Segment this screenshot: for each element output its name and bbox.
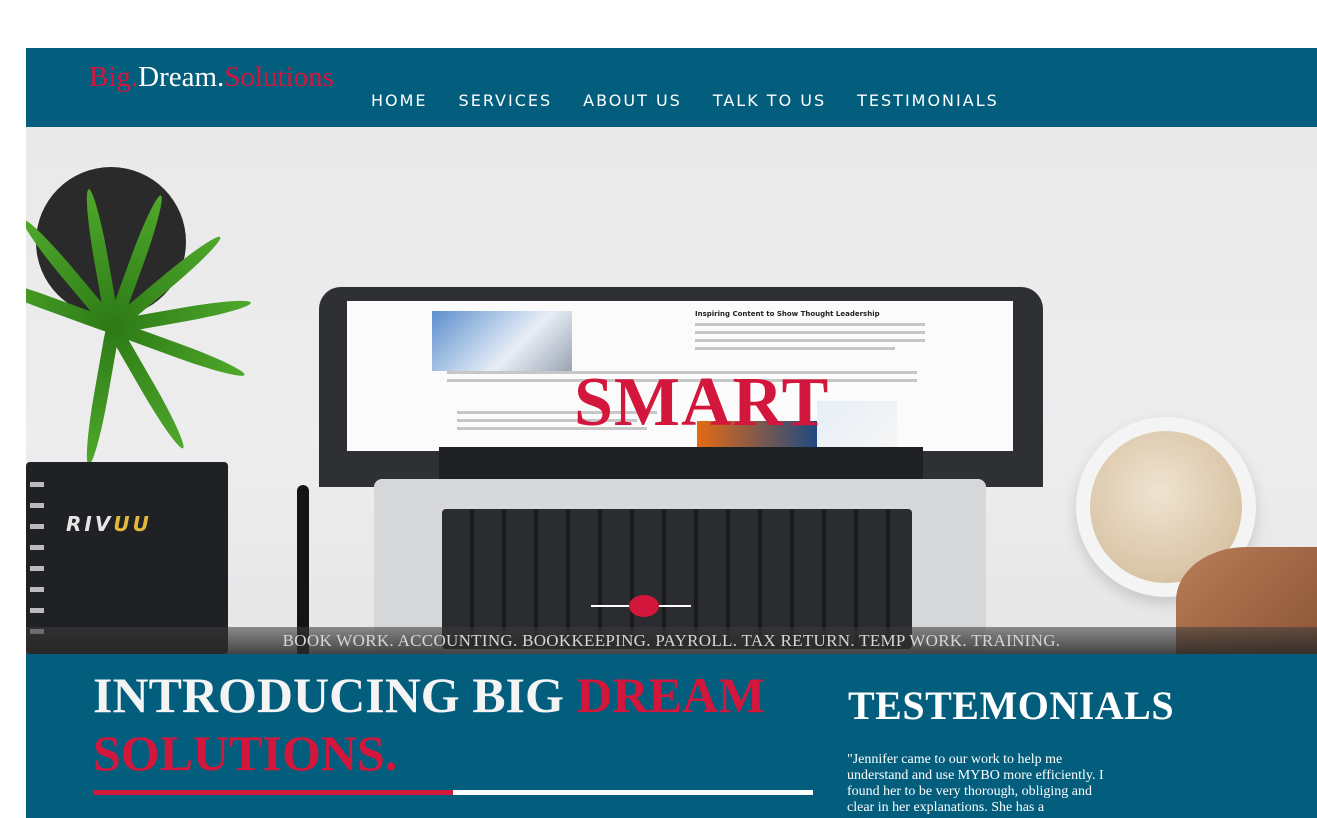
- nav-testimonials[interactable]: TESTIMONIALS: [857, 91, 999, 110]
- plant-leaf: [81, 325, 120, 467]
- nav-services[interactable]: SERVICES: [459, 91, 553, 110]
- notebook-brand: RIVUU: [66, 512, 152, 536]
- divider-white: [453, 790, 813, 795]
- screen-text-line: [695, 331, 925, 334]
- screen-photo: [432, 311, 572, 371]
- slider-dot[interactable]: [629, 595, 659, 617]
- hero-slider: RIVUU Inspiring Content to Show Thought …: [26, 127, 1317, 654]
- notebook-brand-part2: UU: [113, 512, 152, 536]
- screen-text-line: [695, 339, 925, 342]
- nav-home[interactable]: HOME: [371, 91, 428, 110]
- notebook-brand-part1: RIV: [66, 512, 114, 536]
- laptop-hinge: [439, 447, 923, 479]
- nav-talk-to-us[interactable]: TALK TO US: [713, 91, 826, 110]
- logo-part-solutions: Solutions: [224, 61, 334, 93]
- screen-text-line: [695, 323, 925, 326]
- notebook-rings: [30, 482, 44, 642]
- logo-part-dream: Dream.: [138, 61, 225, 93]
- site-logo[interactable]: Big.Dream.Solutions: [89, 63, 334, 92]
- intro-divider: [93, 790, 813, 795]
- intro-section: INTRODUCING BIG DREAM SOLUTIONS. TESTEMO…: [26, 654, 1317, 818]
- nav-about-us[interactable]: ABOUT US: [583, 91, 682, 110]
- divider-red: [93, 790, 453, 795]
- intro-title: INTRODUCING BIG DREAM SOLUTIONS.: [93, 666, 793, 782]
- services-tagline: BOOK WORK. ACCOUNTING. BOOKKEEPING. PAYR…: [282, 631, 1061, 650]
- website: Big.Dream.Solutions HOME SERVICES ABOUT …: [26, 48, 1317, 818]
- services-tagline-bar: BOOK WORK. ACCOUNTING. BOOKKEEPING. PAYR…: [26, 627, 1317, 654]
- main-nav: HOME SERVICES ABOUT US TALK TO US TESTIM…: [371, 91, 999, 110]
- testimonial-quote: "Jennifer came to our work to help me un…: [847, 752, 1104, 815]
- slide-caption: SMART: [574, 364, 830, 441]
- screen-heading: Inspiring Content to Show Thought Leader…: [695, 310, 880, 318]
- intro-title-white: INTRODUCING BIG: [93, 667, 577, 723]
- notebook-image: RIVUU: [26, 462, 228, 654]
- screen-text-line: [695, 347, 895, 350]
- testimonials-title: TESTEMONIALS: [848, 683, 1175, 728]
- header: Big.Dream.Solutions HOME SERVICES ABOUT …: [26, 48, 1317, 127]
- logo-part-big: Big.: [89, 61, 139, 93]
